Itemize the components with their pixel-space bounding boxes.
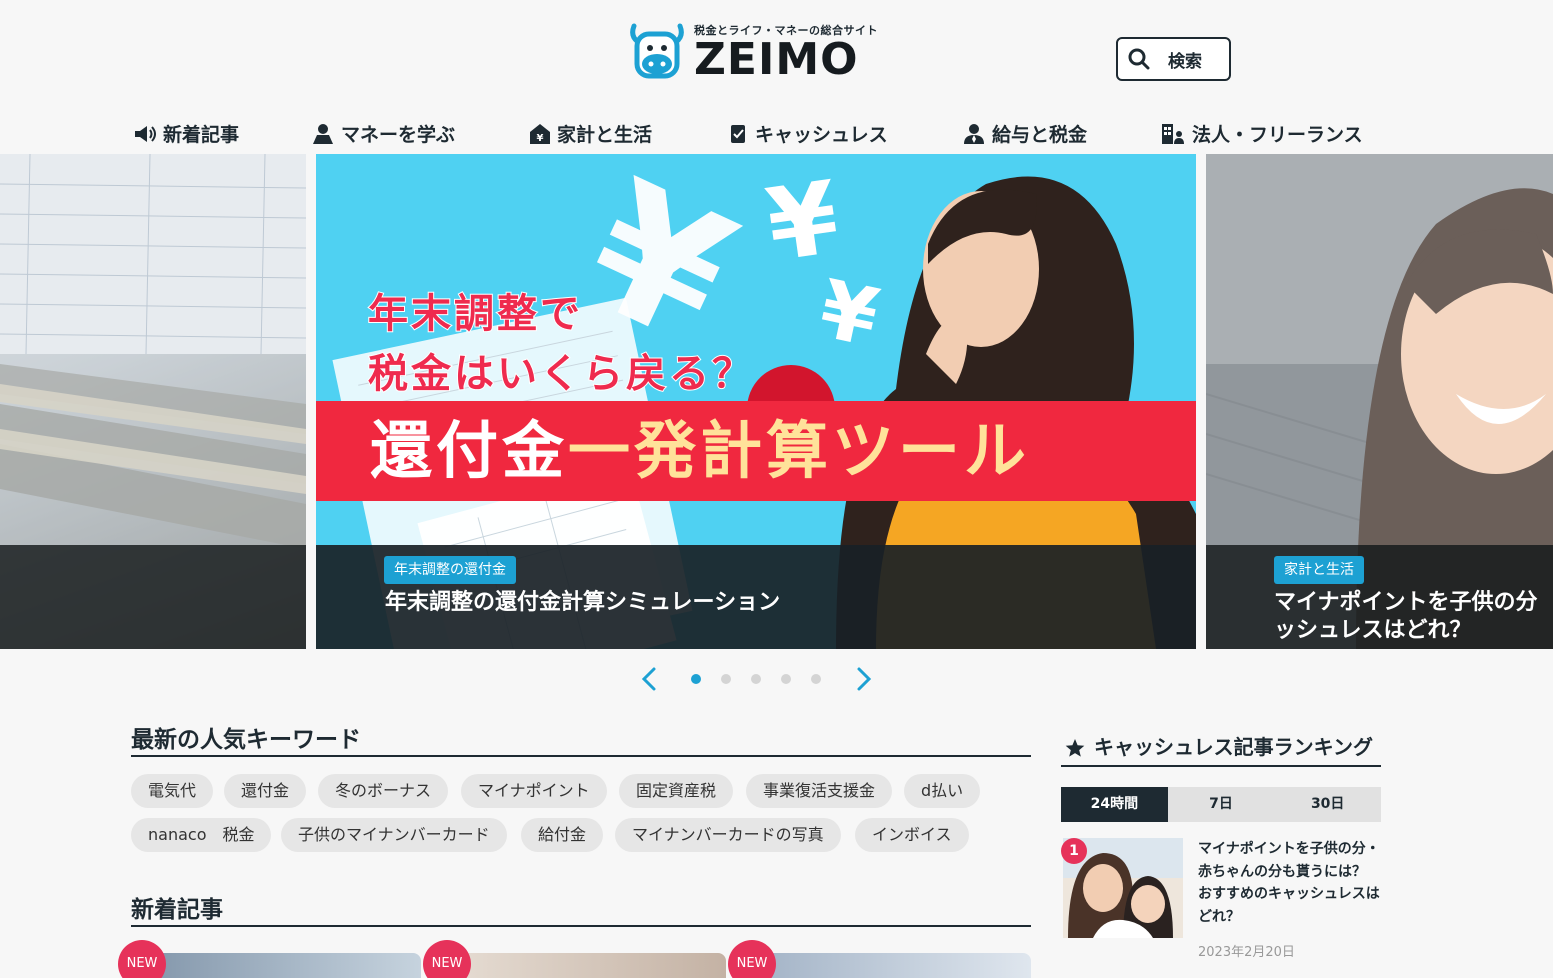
house-yen-icon: ¥ xyxy=(530,123,550,144)
new-badge: NEW xyxy=(728,940,776,978)
keyword-chip[interactable]: インボイス xyxy=(855,818,969,852)
keyword-chip[interactable]: 固定資産税 xyxy=(619,774,734,808)
search-button-label: 検索 xyxy=(1168,51,1202,72)
slide-headline: 年末調整で 税金はいくら戻る？ xyxy=(367,284,755,404)
nav-item-label: 家計と生活 xyxy=(557,124,653,146)
keyword-chip[interactable]: 還付金 xyxy=(224,774,307,808)
keyword-chip[interactable]: d払い xyxy=(904,774,981,808)
ranking-tabs: 24時間 7日 30日 xyxy=(1061,787,1381,822)
slider-dot-5[interactable] xyxy=(811,674,821,684)
article-card[interactable] xyxy=(738,953,1031,978)
slide-banner-yellow-text: 一発計算ツール xyxy=(568,414,1031,487)
hero-slider: ¥ ¥ ¥ 年末調整で 税金はいくら戻る？ 還付金一発計算ツール 年末調整の還付… xyxy=(0,154,1553,649)
site-logo[interactable]: 税金とライフ・マネーの総合サイト ZEIMO xyxy=(628,20,878,85)
new-badge: NEW xyxy=(423,940,471,978)
slide-title[interactable]: マイナポイントを子供の分 ッシュレスはどれ？ xyxy=(1274,589,1538,645)
keyword-chip[interactable]: 電気代 xyxy=(131,774,214,808)
keyword-chip[interactable]: マイナポイント xyxy=(461,774,607,808)
slider-prev-arrow-icon[interactable] xyxy=(640,666,658,692)
nav-item-label: 法人・フリーランス xyxy=(1192,124,1363,146)
slide-headline-line1: 年末調整で xyxy=(367,290,583,338)
ranking-divider xyxy=(1061,765,1381,767)
ranking-title-text: キャッシュレス記事ランキング xyxy=(1094,735,1373,759)
slider-dot-4[interactable] xyxy=(781,674,791,684)
search-icon xyxy=(1128,48,1150,70)
slide-active[interactable]: ¥ ¥ ¥ 年末調整で 税金はいくら戻る？ 還付金一発計算ツール 年末調整の還付… xyxy=(316,154,1196,649)
salaryman-icon xyxy=(964,123,984,144)
nav-item-salary-tax[interactable]: 給与と税金 xyxy=(962,120,1087,147)
slide-category-badge[interactable]: 年末調整の還付金 xyxy=(384,556,516,584)
slide-caption: 家計と生活 マイナポイントを子供の分 ッシュレスはどれ？ xyxy=(1206,545,1553,649)
tab-30d[interactable]: 30日 xyxy=(1274,787,1381,822)
nav-item-cashless[interactable]: キャッシュレス xyxy=(729,120,888,147)
site-header: 税金とライフ・マネーの総合サイト ZEIMO 検索 xyxy=(0,0,1553,110)
slide-title-line1: マイナポイントを子供の分 xyxy=(1274,590,1538,615)
nav-item-new-articles[interactable]: 新着記事 xyxy=(133,120,239,147)
slide-banner: 還付金一発計算ツール xyxy=(316,401,1196,501)
article-card[interactable] xyxy=(433,953,726,978)
slider-dot-3[interactable] xyxy=(751,674,761,684)
slide-previous[interactable] xyxy=(0,154,306,649)
keyword-chip[interactable]: 子供のマイナンバーカード xyxy=(281,818,507,852)
keyword-chip[interactable]: nanaco 税金 xyxy=(131,818,272,852)
nav-item-learn-money[interactable]: マネーを学ぶ xyxy=(311,120,455,147)
slider-next-arrow-icon[interactable] xyxy=(855,666,873,692)
slide-caption xyxy=(0,545,306,649)
new-articles-section-divider xyxy=(131,925,1031,927)
nav-item-label: 新着記事 xyxy=(163,124,240,146)
ranking-item[interactable]: マイナポイントを子供の分・赤ちゃんの分も貰うには？ おすすめのキャッシュレスはど… xyxy=(1061,836,1381,966)
tab-24h[interactable]: 24時間 xyxy=(1061,787,1168,822)
new-badge: NEW xyxy=(118,940,166,978)
logo-wordmark: ZEIMO xyxy=(694,34,859,85)
nav-item-corporate-freelance[interactable]: 法人・フリーランス xyxy=(1160,120,1363,147)
new-articles-section-title: 新着記事 xyxy=(131,897,223,923)
building-person-icon xyxy=(1162,123,1184,144)
card-check-icon xyxy=(731,124,745,143)
keyword-chip[interactable]: 給付金 xyxy=(521,818,604,852)
slide-title-line2: ッシュレスはどれ？ xyxy=(1274,618,1472,643)
slide-caption: 年末調整の還付金 年末調整の還付金計算シミュレーション xyxy=(316,545,1196,649)
star-icon xyxy=(1065,738,1085,757)
keywords-section-divider xyxy=(131,755,1031,757)
ranking-title: キャッシュレス記事ランキング xyxy=(1064,731,1373,760)
nav-item-household[interactable]: ¥ 家計と生活 xyxy=(529,120,652,147)
slide-title[interactable]: 年末調整の還付金計算シミュレーション xyxy=(385,589,780,617)
slider-dot-1[interactable] xyxy=(691,674,701,684)
slide-headline-line2: 税金はいくら戻る？ xyxy=(367,350,755,398)
nav-item-label: 給与と税金 xyxy=(992,124,1088,146)
megaphone-icon xyxy=(135,125,156,142)
main-nav: 新着記事 マネーを学ぶ ¥ 家計と生活 キャッシュレス 給与と税金 法人・フリー… xyxy=(0,114,1553,154)
slide-next[interactable]: 家計と生活 マイナポイントを子供の分 ッシュレスはどれ？ xyxy=(1206,154,1553,649)
slide-banner-white-text: 還付金 xyxy=(370,414,569,487)
keyword-chip[interactable]: 冬のボーナス xyxy=(318,774,449,808)
keyword-chip[interactable]: マイナンバーカードの写真 xyxy=(615,818,841,852)
keywords-section-title: 最新の人気キーワード xyxy=(131,727,361,753)
slide-category-badge[interactable]: 家計と生活 xyxy=(1274,556,1364,584)
slider-dot-2[interactable] xyxy=(721,674,731,684)
tab-7d[interactable]: 7日 xyxy=(1168,787,1275,822)
learner-icon xyxy=(313,123,333,144)
yen-symbol-medium: ¥ xyxy=(760,158,846,285)
nav-item-label: マネーを学ぶ xyxy=(341,124,456,146)
ranking-number-badge: 1 xyxy=(1061,838,1087,864)
ranking-item-date: 2023年2月20日 xyxy=(1198,945,1295,960)
svg-text:¥: ¥ xyxy=(537,133,544,144)
cow-logo-icon xyxy=(630,23,684,79)
keyword-chip[interactable]: 事業復活支援金 xyxy=(746,774,893,808)
search-button[interactable]: 検索 xyxy=(1116,37,1231,81)
nav-item-label: キャッシュレス xyxy=(755,124,888,146)
article-card[interactable] xyxy=(128,953,421,978)
ranking-item-title[interactable]: マイナポイントを子供の分・赤ちゃんの分も貰うには？ おすすめのキャッシュレスはど… xyxy=(1198,838,1381,928)
